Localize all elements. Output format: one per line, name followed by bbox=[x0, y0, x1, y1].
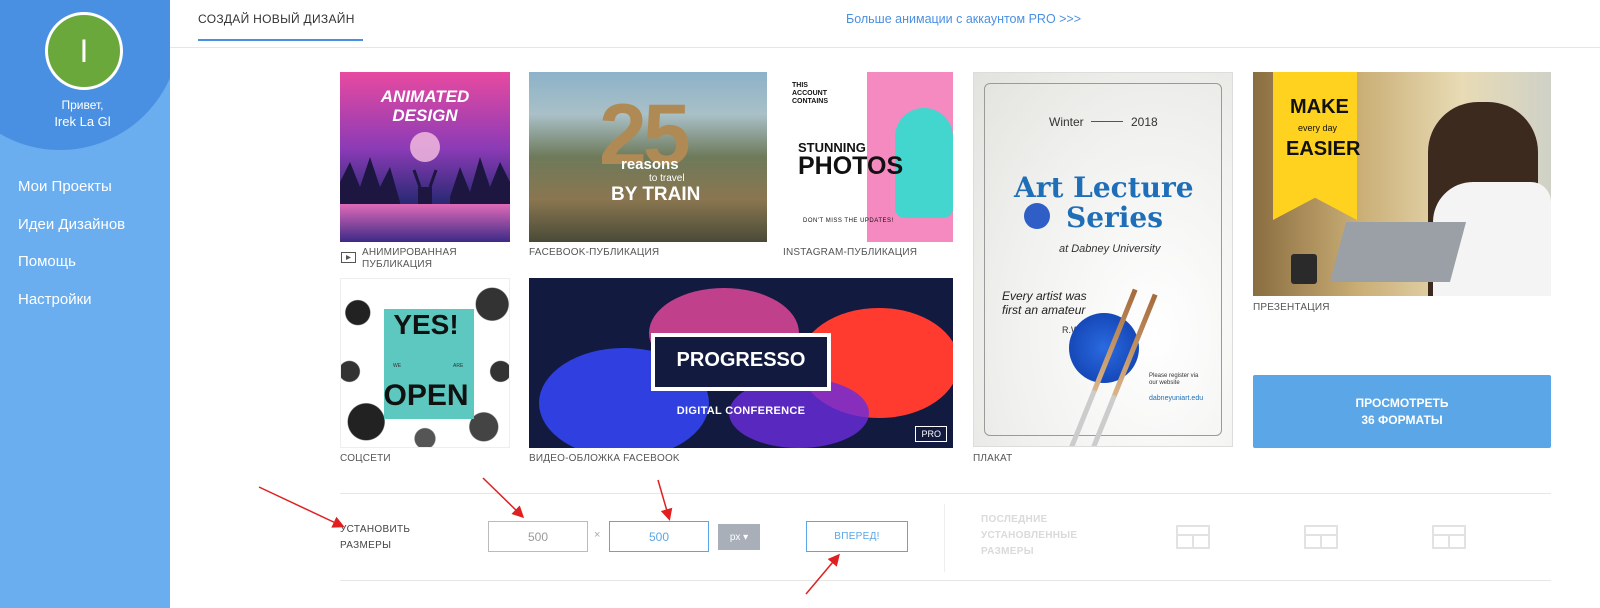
divider bbox=[340, 580, 1551, 581]
art-text: DON'T MISS THE UPDATES! bbox=[803, 218, 894, 224]
art-text: 2018 bbox=[1131, 115, 1158, 129]
label-line: ПОСЛЕДНИЕ bbox=[981, 514, 1048, 525]
art-text: DESIGN bbox=[392, 106, 458, 125]
template-caption: СОЦСЕТИ bbox=[340, 453, 391, 464]
art-text: dabneyuniart.edu bbox=[1149, 395, 1204, 402]
custom-size-label: УСТАНОВИТЬ РАЗМЕРЫ bbox=[340, 522, 410, 554]
art-text: WE bbox=[393, 363, 402, 369]
recent-sizes-label: ПОСЛЕДНИЕ УСТАНОВЛЕННЫЕ РАЗМЕРЫ bbox=[981, 512, 1077, 560]
sidebar-item-help[interactable]: Помощь bbox=[18, 253, 76, 270]
template-caption: ВИДЕО-ОБЛОЖКА FACEBOOK bbox=[529, 453, 680, 464]
arrow-to-size-label bbox=[258, 486, 345, 528]
art-text: EASIER bbox=[1286, 138, 1361, 160]
template-animated-post[interactable]: ANIMATED DESIGN bbox=[340, 72, 510, 242]
art-text: MAKE bbox=[1290, 96, 1349, 118]
label-line: РАЗМЕРЫ bbox=[340, 540, 392, 551]
greeting-text: Привет, bbox=[61, 98, 104, 112]
unit-dropdown[interactable]: px ▾ bbox=[718, 524, 760, 550]
art-text: ARE bbox=[453, 363, 464, 369]
arrow-to-height-input bbox=[657, 479, 673, 521]
pro-badge: PRO bbox=[915, 426, 947, 442]
avatar[interactable]: I bbox=[45, 12, 123, 90]
template-poster[interactable]: Winter 2018 Art Lecture Series at Dabney… bbox=[973, 72, 1233, 447]
art-text: ANIMATED bbox=[380, 87, 470, 106]
go-button[interactable]: ВПЕРЕД! bbox=[806, 521, 908, 552]
arrow-to-go-button bbox=[805, 553, 840, 595]
vertical-divider bbox=[944, 504, 945, 572]
model-photo bbox=[895, 108, 953, 218]
recent-size-layout-icon[interactable] bbox=[1176, 525, 1210, 549]
label-line: УСТАНОВЛЕННЫЕ bbox=[981, 530, 1078, 541]
template-facebook-video-cover[interactable]: PROGRESSO DIGITAL CONFERENCE PRO bbox=[529, 278, 953, 448]
divider-line bbox=[1091, 121, 1123, 122]
mug-graphic bbox=[1291, 254, 1317, 284]
caption-line: ПУБЛИКАЦИЯ bbox=[362, 259, 433, 270]
times-sign: × bbox=[594, 529, 601, 541]
template-social[interactable]: YES! WE ARE OPEN bbox=[340, 278, 510, 448]
height-input[interactable] bbox=[609, 521, 709, 552]
art-text: our website bbox=[1149, 380, 1180, 386]
art-text: PHOTOS bbox=[798, 152, 904, 180]
sidebar-item-settings[interactable]: Настройки bbox=[18, 291, 92, 308]
art-text: Please register via bbox=[1149, 373, 1199, 379]
template-caption: ПЛАКАТ bbox=[973, 453, 1013, 464]
art-text: reasons bbox=[621, 156, 679, 173]
art-text: OPEN bbox=[383, 379, 469, 412]
user-name: Irek La Gl bbox=[54, 114, 111, 129]
sidebar-item-my-projects[interactable]: Мои Проекты bbox=[18, 178, 112, 195]
template-caption: ПРЕЗЕНТАЦИЯ bbox=[1253, 302, 1330, 313]
art-text: Art Lecture bbox=[1014, 171, 1194, 204]
art-text: Please register via our website bbox=[1149, 373, 1198, 387]
art-text: Winter bbox=[1049, 115, 1084, 129]
template-caption: АНИМИРОВАННАЯ ПУБЛИКАЦИЯ bbox=[362, 247, 457, 271]
top-bar: СОЗДАЙ НОВЫЙ ДИЗАЙН Больше анимации с ак… bbox=[170, 0, 1600, 48]
divider bbox=[340, 493, 1551, 494]
art-text: PROGRESSO bbox=[676, 349, 806, 371]
label-line: УСТАНОВИТЬ bbox=[340, 524, 411, 535]
view-all-formats-button[interactable]: ПРОСМОТРЕТЬ 36 ФОРМАТЫ bbox=[1253, 375, 1551, 448]
video-play-icon bbox=[341, 252, 356, 263]
art-text: DIGITAL CONFERENCE bbox=[676, 405, 806, 417]
width-input[interactable] bbox=[488, 521, 588, 552]
paint-blob bbox=[1024, 203, 1050, 229]
art-text: BY TRAIN bbox=[611, 184, 701, 205]
art-text: THIS ACCOUNT CONTAINS bbox=[792, 82, 829, 105]
template-caption: INSTAGRAM-ПУБЛИКАЦИЯ bbox=[783, 247, 918, 258]
template-caption: FACEBOOK-ПУБЛИКАЦИЯ bbox=[529, 247, 660, 258]
tab-create-new-design[interactable]: СОЗДАЙ НОВЫЙ ДИЗАЙН bbox=[198, 12, 363, 41]
recent-size-layout-icon[interactable] bbox=[1304, 525, 1338, 549]
animated-art-title: ANIMATED DESIGN bbox=[340, 87, 510, 125]
template-facebook-post[interactable]: 25 reasons to travel BY TRAIN bbox=[529, 72, 767, 242]
arrow-to-width-input bbox=[482, 477, 525, 519]
button-label: 36 ФОРМАТЫ bbox=[1361, 412, 1443, 427]
template-presentation[interactable]: MAKE every day EASIER bbox=[1253, 72, 1551, 296]
template-instagram-post[interactable]: THIS ACCOUNT CONTAINS STUNNING PHOTOS DO… bbox=[783, 72, 953, 242]
art-text: Every artist was bbox=[1002, 289, 1087, 303]
art-text: Every artist was first an amateur bbox=[1002, 289, 1087, 317]
art-text: to travel bbox=[649, 173, 685, 184]
pro-upgrade-link[interactable]: Больше анимации с аккаунтом PRO >>> bbox=[846, 12, 1081, 26]
lake-graphic bbox=[340, 204, 510, 242]
art-text: YES! bbox=[393, 309, 459, 340]
art-text: at Dabney University bbox=[1059, 243, 1161, 255]
design-app: I Привет, Irek La Gl Мои Проекты Идеи Ди… bbox=[0, 0, 1600, 608]
laptop-graphic bbox=[1329, 222, 1467, 282]
label-line: РАЗМЕРЫ bbox=[981, 546, 1034, 557]
sidebar: I Привет, Irek La Gl Мои Проекты Идеи Ди… bbox=[0, 0, 170, 608]
art-text: every day bbox=[1298, 123, 1338, 133]
sidebar-item-design-ideas[interactable]: Идеи Дизайнов bbox=[18, 216, 125, 233]
recent-size-layout-icon[interactable] bbox=[1432, 525, 1466, 549]
button-label: ПРОСМОТРЕТЬ bbox=[1355, 395, 1449, 410]
art-text: first an amateur bbox=[1002, 303, 1086, 317]
art-text: Series bbox=[1066, 201, 1164, 234]
caption-line: АНИМИРОВАННАЯ bbox=[362, 247, 457, 258]
